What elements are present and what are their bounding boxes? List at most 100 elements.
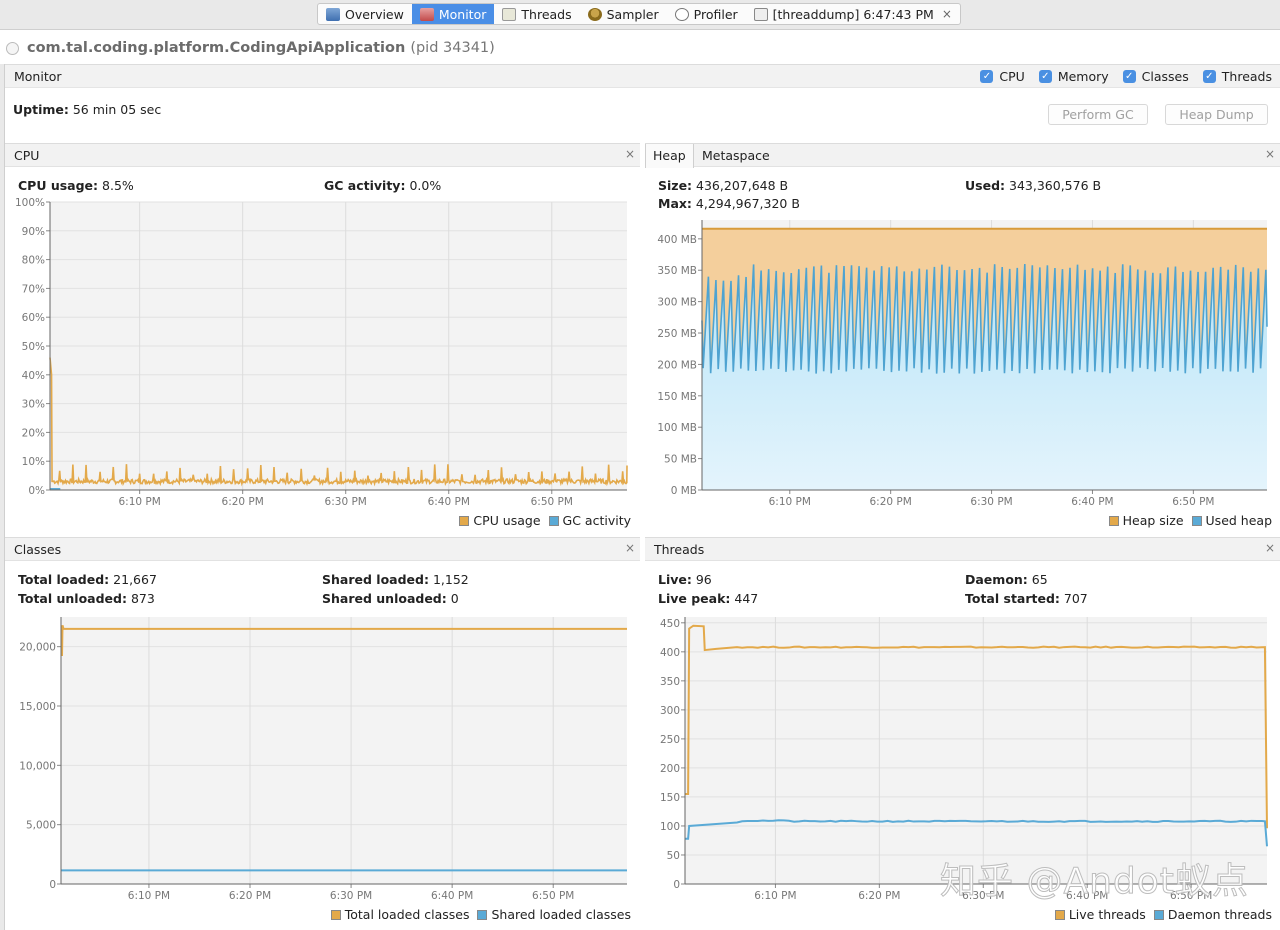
top-tab-bar: Overview Monitor Threads Sampler Profile… xyxy=(0,0,1280,30)
x-tick-label: 6:30 PM xyxy=(325,496,367,508)
overview-icon xyxy=(326,7,340,21)
x-tick-label: 6:10 PM xyxy=(769,496,811,508)
close-icon[interactable]: × xyxy=(942,7,952,21)
y-tick-label: 0 MB xyxy=(671,485,697,497)
application-title: com.tal.coding.platform.CodingApiApplica… xyxy=(6,38,495,58)
x-tick-label: 6:20 PM xyxy=(229,890,271,902)
y-tick-label: 350 xyxy=(660,676,680,688)
tab-sampler[interactable]: Sampler xyxy=(580,4,667,24)
checkbox-threads[interactable]: ✓ Threads xyxy=(1202,69,1272,84)
y-tick-label: 70% xyxy=(22,283,45,295)
checkbox-cpu[interactable]: ✓ CPU xyxy=(980,69,1025,84)
y-tick-label: 40% xyxy=(22,370,45,382)
x-tick-label: 6:20 PM xyxy=(222,496,264,508)
x-tick-label: 6:50 PM xyxy=(531,496,573,508)
y-tick-label: 100 MB xyxy=(657,422,697,434)
y-tick-label: 0 xyxy=(49,879,56,891)
y-tick-label: 15,000 xyxy=(19,701,56,713)
legend-live-threads: Live threads xyxy=(1054,907,1146,922)
legend-swatch xyxy=(1191,516,1202,526)
y-tick-label: 20,000 xyxy=(19,642,56,654)
y-tick-label: 100% xyxy=(15,197,45,209)
watermark: 知乎 @Andot蚁点 xyxy=(940,861,1249,903)
y-tick-label: 250 MB xyxy=(657,328,697,340)
plot-area xyxy=(685,617,1267,884)
y-tick-label: 10,000 xyxy=(19,760,56,772)
y-tick-label: 50 xyxy=(667,850,680,862)
perform-gc-button[interactable]: Perform GC xyxy=(1048,104,1148,125)
plot-area xyxy=(61,617,627,884)
y-tick-label: 300 MB xyxy=(657,297,697,309)
tab-profiler[interactable]: Profiler xyxy=(667,4,746,24)
y-tick-label: 0 xyxy=(673,879,680,891)
y-tick-label: 50 MB xyxy=(664,454,697,466)
x-tick-label: 6:50 PM xyxy=(1172,496,1214,508)
y-tick-label: 80% xyxy=(22,255,45,267)
x-tick-label: 6:10 PM xyxy=(128,890,170,902)
tab-threaddump[interactable]: [threaddump] 6:47:43 PM × xyxy=(746,4,960,24)
y-tick-label: 250 xyxy=(660,734,680,746)
uptime: Uptime: 56 min 05 sec xyxy=(13,102,162,117)
classes-panel: Classes × Total loaded: 21,667 Total unl… xyxy=(5,537,640,930)
threaddump-icon xyxy=(753,7,768,21)
profiler-icon xyxy=(674,7,689,21)
tab-overview[interactable]: Overview xyxy=(318,4,412,24)
y-tick-label: 200 xyxy=(660,763,680,775)
legend-gc-activity: GC activity xyxy=(548,513,631,528)
y-tick-label: 30% xyxy=(22,399,45,411)
heap-legend: Heap size Used heap xyxy=(1108,513,1272,528)
heap-chart: 0 MB 50 MB 100 MB 150 MB 200 MB 250 MB 300 MB 3… xyxy=(657,220,1268,508)
y-tick-label: 50% xyxy=(22,341,45,353)
cpu-chart: 0% 10% 20% 30% 40% 50% 60% 70% 80% 90% 100% 6:10 PM… xyxy=(15,197,628,508)
checkmark-icon: ✓ xyxy=(1122,70,1136,83)
classes-chart: 0 5,000 10,000 15,000 20,000 6:10 PM 6:20 PM 6:… xyxy=(19,617,627,902)
legend-daemon-threads: Daemon threads xyxy=(1153,907,1272,922)
threads-legend: Live threads Daemon threads xyxy=(1054,907,1272,922)
x-tick-label: 6:10 PM xyxy=(118,496,160,508)
x-tick-label: 6:10 PM xyxy=(754,890,796,902)
chart-toggles: ✓ CPU ✓ Memory ✓ Classes ✓ Threads xyxy=(980,69,1272,84)
checkbox-classes[interactable]: ✓ Classes xyxy=(1122,69,1189,84)
x-tick-label: 6:30 PM xyxy=(330,890,372,902)
y-tick-label: 0% xyxy=(28,485,45,497)
tab-monitor[interactable]: Monitor xyxy=(411,4,495,24)
tab-threads[interactable]: Threads xyxy=(494,4,579,24)
legend-cpu-usage: CPU usage xyxy=(459,513,541,528)
legend-swatch xyxy=(1054,910,1065,920)
legend-swatch xyxy=(459,516,470,526)
status-circle-icon xyxy=(6,41,19,55)
checkbox-memory[interactable]: ✓ Memory xyxy=(1038,69,1109,84)
monitor-icon xyxy=(419,7,434,21)
y-tick-label: 60% xyxy=(22,312,45,324)
x-tick-label: 6:40 PM xyxy=(1071,496,1113,508)
y-tick-label: 450 xyxy=(660,618,680,630)
legend-heap-size: Heap size xyxy=(1108,513,1184,528)
legend-swatch xyxy=(330,910,341,920)
checkmark-icon: ✓ xyxy=(1202,70,1216,83)
x-tick-label: 6:40 PM xyxy=(431,890,473,902)
legend-swatch xyxy=(1153,910,1164,920)
y-tick-label: 150 MB xyxy=(657,391,697,403)
y-tick-label: 400 MB xyxy=(657,234,697,246)
checkmark-icon: ✓ xyxy=(1038,70,1052,83)
legend-swatch xyxy=(548,516,559,526)
y-tick-label: 5,000 xyxy=(26,820,56,832)
app-name: com.tal.coding.platform.CodingApiApplica… xyxy=(27,40,406,56)
app-pid: (pid 34341) xyxy=(410,40,495,56)
legend-swatch xyxy=(477,910,488,920)
x-tick-label: 6:50 PM xyxy=(532,890,574,902)
x-tick-label: 6:20 PM xyxy=(870,496,912,508)
y-tick-label: 90% xyxy=(22,226,45,238)
y-tick-label: 100 xyxy=(660,821,680,833)
heap-dump-button[interactable]: Heap Dump xyxy=(1165,104,1268,125)
legend-used-heap: Used heap xyxy=(1191,513,1272,528)
heap-panel: Heap Metaspace × Size: 436,207,648 B Use… xyxy=(645,143,1280,533)
x-tick-label: 6:20 PM xyxy=(858,890,900,902)
y-tick-label: 10% xyxy=(22,456,45,468)
checkmark-icon: ✓ xyxy=(980,70,994,83)
legend-total-loaded: Total loaded classes xyxy=(330,907,469,922)
y-tick-label: 20% xyxy=(22,427,45,439)
monitor-header: Monitor ✓ CPU ✓ Memory ✓ Classes ✓ Threads xyxy=(5,64,1280,88)
y-tick-label: 150 xyxy=(660,792,680,804)
monitor-title: Monitor xyxy=(14,69,62,84)
